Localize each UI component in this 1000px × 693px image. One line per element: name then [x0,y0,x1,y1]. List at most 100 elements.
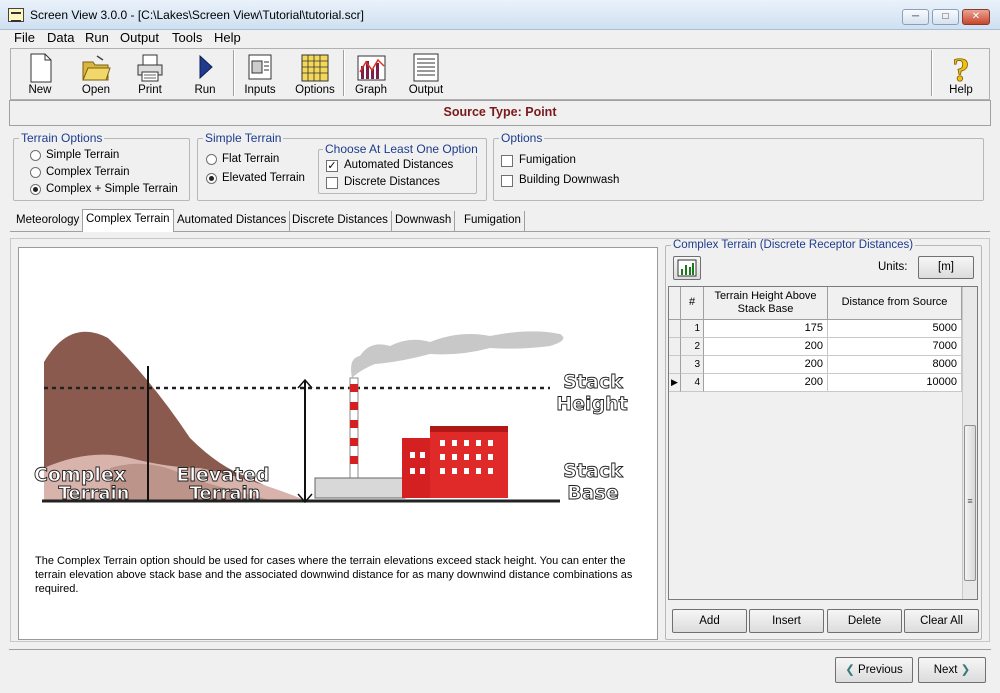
current-row-indicator[interactable]: ▶ [669,374,681,392]
previous-label: Previous [858,664,903,676]
inputs-icon [248,54,272,80]
inputs-label: Inputs [244,84,276,96]
toolbar-separator [233,50,235,96]
terrain-illustration: Complex Terrain Elevated Terrain Stack H… [34,331,628,504]
print-button[interactable]: Print [126,50,174,98]
cell-distance[interactable]: 5000 [828,320,962,338]
minimize-button[interactable]: ─ [902,9,929,25]
help-button[interactable]: ? Help [937,50,985,98]
menu-help[interactable]: Help [212,30,243,48]
complex-simple-terrain-label: Complex + Simple Terrain [46,183,178,195]
automated-distances-label: Automated Distances [344,159,454,171]
stack-base-label: Stack [563,460,623,482]
run-label: Run [194,84,216,96]
grid-corner [669,287,681,320]
height-label: Height [556,393,628,415]
next-button[interactable]: Next ❯ [918,657,986,683]
grid-header-distance: Distance from Source [828,287,962,320]
units-label: Units: [878,261,908,273]
description-text: The Complex Terrain option should be use… [35,555,633,595]
row-number: 2 [681,338,704,356]
elevated-terrain-label: Elevated Terrain [222,172,305,184]
building-downwash-label: Building Downwash [519,174,620,186]
row-selector[interactable] [669,356,681,374]
discrete-distances-checkbox[interactable] [326,177,338,189]
automated-distances-checkbox[interactable]: ✓ [326,160,338,172]
new-label: New [28,84,52,96]
output-document-icon [413,53,439,82]
previous-arrow-icon: ❮ [845,664,859,676]
complex-terrain-radio[interactable] [30,167,41,178]
delete-button[interactable]: Delete [827,609,902,633]
open-button[interactable]: Open [72,50,120,98]
tab-fumigation[interactable]: Fumigation [461,211,525,231]
tab-meteorology[interactable]: Meteorology [13,211,84,231]
row-selector[interactable] [669,338,681,356]
chart-button[interactable] [673,256,701,280]
app-icon [8,8,24,22]
menu-tools[interactable]: Tools [170,30,204,48]
insert-button[interactable]: Insert [749,609,824,633]
row-number: 3 [681,356,704,374]
cell-terrain-height[interactable]: 200 [704,356,828,374]
tab-discrete-distances[interactable]: Discrete Distances [289,211,392,231]
clear-all-button[interactable]: Clear All [904,609,979,633]
previous-button[interactable]: ❮ Previous [835,657,913,683]
toolbar-separator [931,50,933,96]
menu-run[interactable]: Run [83,30,111,48]
simple-terrain-label: Simple Terrain [46,149,120,161]
complex-simple-terrain-radio[interactable] [30,184,41,195]
svg-text:?: ? [953,52,970,84]
run-button[interactable]: Run [181,50,229,98]
tab-complex-terrain[interactable]: Complex Terrain [82,209,174,232]
menu-file[interactable]: File [12,30,37,48]
row-number: 4 [681,374,704,392]
options-button[interactable]: Options [291,50,339,98]
cell-terrain-height[interactable]: 200 [704,374,828,392]
grid-header-height: Terrain Height Above Stack Base [704,287,828,320]
terrain-options-title: Terrain Options [19,131,105,145]
fumigation-label: Fumigation [519,154,576,166]
bar-graph-icon [357,55,386,81]
output-label: Output [408,84,444,96]
next-arrow-icon: ❯ [957,664,971,676]
cell-distance[interactable]: 8000 [828,356,962,374]
inputs-button[interactable]: Inputs [236,50,284,98]
tab-automated-distances[interactable]: Automated Distances [174,211,291,231]
chart-icon [677,259,697,277]
stack-label: Stack [563,371,623,393]
elevated-terrain-radio[interactable] [206,173,217,184]
receptor-group-title: Complex Terrain (Discrete Receptor Dista… [671,239,916,251]
simple-terrain-radio[interactable] [30,150,41,161]
folder-open-icon [82,55,111,81]
graph-button[interactable]: Graph [347,50,395,98]
discrete-distances-label: Discrete Distances [344,176,440,188]
tab-downwash[interactable]: Downwash [392,211,456,231]
next-label: Next [933,664,958,676]
cell-terrain-height[interactable]: 175 [704,320,828,338]
cell-terrain-height[interactable]: 200 [704,338,828,356]
graph-label: Graph [355,84,387,96]
units-button[interactable]: [m] [918,256,974,279]
complex-terrain-label-2: Terrain [59,483,130,504]
flat-terrain-radio[interactable] [206,154,217,165]
options-title: Options [499,131,545,145]
new-button[interactable]: New [16,50,64,98]
output-button[interactable]: Output [402,50,450,98]
open-label: Open [81,84,111,96]
close-button[interactable]: ✕ [962,9,990,25]
choose-option-title: Choose At Least One Option [323,142,480,156]
simple-terrain-title: Simple Terrain [203,131,284,145]
options-group [493,138,984,201]
add-button[interactable]: Add [672,609,747,633]
scrollbar-thumb[interactable]: ≡ [964,425,976,581]
menu-data[interactable]: Data [45,30,76,48]
row-selector[interactable] [669,320,681,338]
fumigation-checkbox[interactable] [501,155,513,167]
maximize-button[interactable]: □ [932,9,959,25]
building-downwash-checkbox[interactable] [501,175,513,187]
options-label: Options [295,84,335,96]
cell-distance[interactable]: 7000 [828,338,962,356]
cell-distance[interactable]: 10000 [828,374,962,392]
menu-output[interactable]: Output [118,30,161,48]
